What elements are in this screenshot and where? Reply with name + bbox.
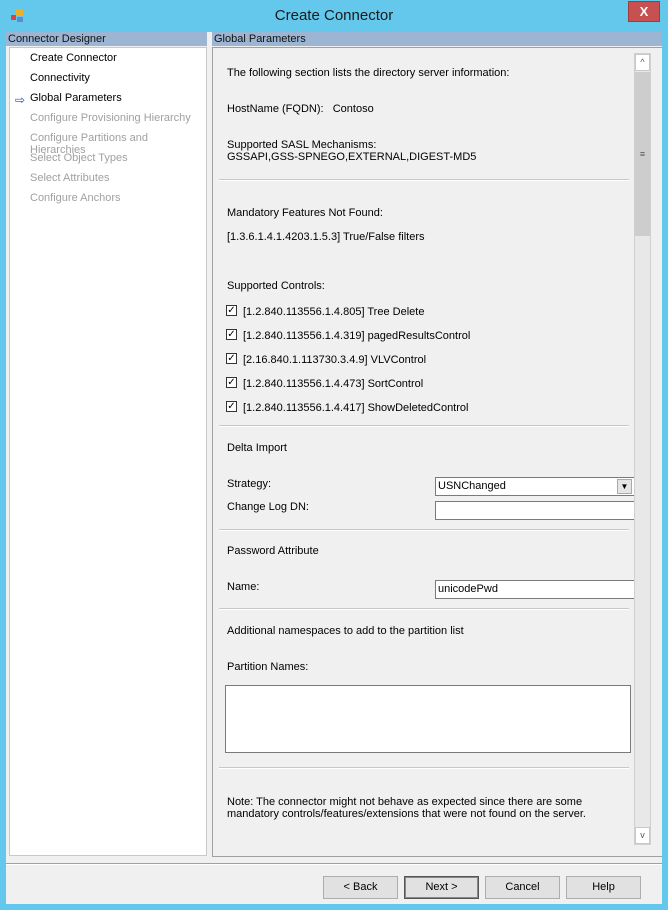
- connector-designer-header: Connector Designer: [6, 32, 207, 46]
- divider: [219, 767, 629, 769]
- control-label: [1.2.840.113556.1.4.417] ShowDeletedCont…: [243, 402, 469, 414]
- next-button[interactable]: Next >: [404, 876, 479, 899]
- global-parameters-header: Global Parameters: [212, 32, 662, 46]
- strategy-label: Strategy:: [227, 478, 272, 490]
- control-label: [1.2.840.113556.1.4.805] Tree Delete: [243, 306, 425, 318]
- nav-select-object-types: Select Object Types: [30, 152, 128, 164]
- password-name-input[interactable]: unicodePwd: [435, 580, 634, 599]
- divider: [219, 179, 629, 181]
- nav-configure-anchors: Configure Anchors: [30, 192, 121, 204]
- divider: [219, 608, 629, 610]
- hostname-value: Contoso: [332, 103, 374, 115]
- scroll-up-icon[interactable]: ^: [635, 54, 650, 71]
- namespaces-title: Additional namespaces to add to the part…: [227, 625, 464, 637]
- chevron-down-icon[interactable]: ▼: [617, 479, 632, 494]
- strategy-dropdown[interactable]: USNChanged ▼: [435, 477, 634, 496]
- sasl-value: GSSAPI,GSS-SPNEGO,EXTERNAL,DIGEST-MD5: [227, 151, 477, 163]
- scroll-down-icon[interactable]: v: [635, 827, 650, 844]
- hostname-label: HostName (FQDN): Contoso: [227, 103, 374, 115]
- control-label: [1.2.840.113556.1.4.473] SortControl: [243, 378, 424, 390]
- nav-select-attributes: Select Attributes: [30, 172, 110, 184]
- window-title: Create Connector: [274, 7, 394, 24]
- control-checkbox[interactable]: ✓: [226, 401, 237, 412]
- control-checkbox[interactable]: ✓: [226, 377, 237, 388]
- delta-import-title: Delta Import: [227, 442, 287, 454]
- name-label: Name:: [227, 581, 260, 593]
- mandatory-value: [1.3.6.1.4.1.4203.1.5.3] True/False filt…: [227, 231, 425, 243]
- partition-names-textarea[interactable]: [225, 685, 631, 753]
- right-arrow-icon: ⇨: [15, 93, 26, 107]
- control-checkbox[interactable]: ✓: [226, 329, 237, 340]
- title-bar: Create Connector X: [0, 0, 668, 32]
- nav-global-parameters[interactable]: Global Parameters: [30, 92, 122, 104]
- divider: [219, 425, 629, 427]
- control-label: [1.2.840.113556.1.4.319] pagedResultsCon…: [243, 330, 471, 342]
- hostname-label-text: HostName (FQDN):: [227, 103, 324, 115]
- cancel-button[interactable]: Cancel: [485, 876, 560, 899]
- sasl-label: Supported SASL Mechanisms:: [227, 139, 377, 151]
- control-checkbox[interactable]: ✓: [226, 305, 237, 316]
- global-parameters-panel: The following section lists the director…: [212, 47, 662, 857]
- intro-text: The following section lists the director…: [227, 67, 510, 79]
- nav-connectivity[interactable]: Connectivity: [30, 72, 90, 84]
- change-log-dn-label: Change Log DN:: [227, 501, 309, 513]
- divider: [219, 529, 629, 531]
- controls-label: Supported Controls:: [227, 280, 325, 292]
- partition-names-label: Partition Names:: [227, 661, 309, 673]
- close-button[interactable]: X: [628, 1, 660, 22]
- mandatory-label: Mandatory Features Not Found:: [227, 207, 383, 219]
- designer-nav: ⇨ Create Connector Connectivity Global P…: [9, 47, 207, 856]
- help-button[interactable]: Help: [566, 876, 641, 899]
- control-label: [2.16.840.1.113730.3.4.9] VLVControl: [243, 354, 427, 366]
- change-log-dn-input[interactable]: [435, 501, 634, 520]
- nav-create-connector[interactable]: Create Connector: [30, 52, 117, 64]
- strategy-value: USNChanged: [438, 480, 506, 492]
- scroll-thumb[interactable]: ≡: [635, 72, 650, 236]
- vertical-scrollbar[interactable]: ^ ≡ v: [634, 53, 651, 845]
- back-button[interactable]: < Back: [323, 876, 398, 899]
- note-text: Note: The connector might not behave as …: [227, 796, 586, 820]
- divider: [6, 863, 662, 865]
- control-checkbox[interactable]: ✓: [226, 353, 237, 364]
- password-attribute-title: Password Attribute: [227, 545, 319, 557]
- nav-configure-provisioning-hierarchy: Configure Provisioning Hierarchy: [30, 112, 191, 124]
